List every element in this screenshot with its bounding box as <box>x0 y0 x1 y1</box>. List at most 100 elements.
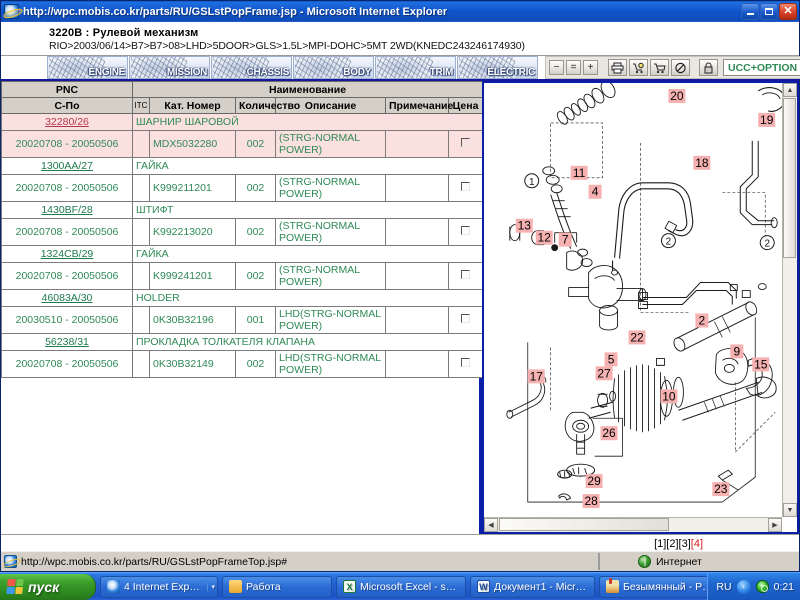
diagram-callout[interactable]: 28 <box>583 494 600 508</box>
diagram-callout[interactable]: 17 <box>528 369 545 383</box>
pnc-link[interactable]: 1324CB/29 <box>5 248 129 260</box>
category-label: CHASSIS <box>247 67 289 78</box>
pnc-cell: 46083A/30 <box>2 290 133 307</box>
page-link[interactable]: [3] <box>679 538 691 550</box>
category-label: TRIM <box>430 67 453 78</box>
taskbar-item[interactable]: Безымянный - Paint <box>599 576 707 598</box>
diagram-callout[interactable]: 15 <box>752 357 769 371</box>
diagram-callout[interactable]: 4 <box>589 185 602 199</box>
diagram-balloon[interactable]: 2 <box>661 234 675 248</box>
callout-label: 13 <box>518 219 532 233</box>
pnc-link[interactable]: 1430BF/28 <box>5 204 129 216</box>
language-indicator[interactable]: RU <box>716 581 731 593</box>
order-checkbox[interactable] <box>461 270 470 279</box>
taskbar-item-label: Работа <box>246 581 281 593</box>
category-button-body[interactable]: BODY <box>293 56 374 79</box>
cart-add-icon[interactable] <box>629 59 648 76</box>
order-checkbox[interactable] <box>461 226 470 235</box>
period-cell: 20020708 - 20050506 <box>2 219 133 246</box>
excel-icon <box>343 580 356 593</box>
taskbar-item[interactable]: Работа <box>222 576 332 598</box>
globe-icon <box>638 555 651 568</box>
taskbar-item[interactable]: 4 Internet Explorer▾ <box>100 576 218 598</box>
category-button-trim[interactable]: TRIM <box>375 56 456 79</box>
diagram-horizontal-scrollbar[interactable]: ◀ ▶ <box>484 517 782 532</box>
page-link[interactable]: [1] <box>654 538 666 550</box>
pnc-link[interactable]: 46083A/30 <box>5 292 129 304</box>
diagram-callout[interactable]: 22 <box>629 330 646 344</box>
close-button[interactable]: ✕ <box>779 3 797 20</box>
cat-number-cell: K999241201 <box>150 263 236 290</box>
diagram-callout[interactable]: 20 <box>668 89 685 103</box>
callout-label: 5 <box>608 352 615 366</box>
pnc-cell: 1300AA/27 <box>2 158 133 175</box>
scroll-right-button[interactable]: ▶ <box>768 518 782 532</box>
page-header: 3220B : Рулевой механизм RIO>2003/06/14>… <box>1 22 799 56</box>
chevron-down-icon[interactable]: ▾ <box>207 583 215 591</box>
taskbar-item[interactable]: Microsoft Excel - service <box>336 576 466 598</box>
vertical-scroll-thumb[interactable] <box>783 98 796 258</box>
diagram-balloon[interactable]: 1 <box>525 174 539 188</box>
diagram-callout[interactable]: 18 <box>693 156 710 170</box>
parts-table: PNC Наименование С-По ITC Кат. Номер Кол… <box>1 81 483 378</box>
page-link[interactable]: [4] <box>691 538 703 550</box>
zoom-reset-button[interactable]: = <box>566 60 581 75</box>
price-cell <box>449 131 483 158</box>
maximize-button[interactable] <box>760 3 778 20</box>
diagram-callout[interactable]: 29 <box>586 474 603 488</box>
scroll-up-button[interactable]: ▲ <box>783 83 797 97</box>
zoom-out-button[interactable]: − <box>549 60 564 75</box>
category-button-chassis[interactable]: CHASSIS <box>211 56 292 79</box>
diagram-balloon[interactable]: 2 <box>760 236 774 250</box>
network-icon[interactable] <box>756 580 769 593</box>
trim-thumb-icon <box>377 57 433 78</box>
order-checkbox[interactable] <box>461 138 470 147</box>
print-icon[interactable] <box>608 59 627 76</box>
lock-icon[interactable] <box>699 59 718 76</box>
pnc-link[interactable]: 1300AA/27 <box>5 160 129 172</box>
category-button-mission[interactable]: MISSION <box>129 56 210 79</box>
status-url-area: http://wpc.mobis.co.kr/parts/RU/GSLstPop… <box>1 553 599 570</box>
page-link[interactable]: [2] <box>666 538 678 550</box>
taskbar-item[interactable]: Документ1 - Microso... <box>470 576 595 598</box>
diagram-callout[interactable]: 2 <box>695 313 708 327</box>
order-checkbox[interactable] <box>461 358 470 367</box>
start-button[interactable]: пуск <box>0 574 96 600</box>
zoom-in-button[interactable]: + <box>583 60 598 75</box>
pnc-cell: 32280/26 <box>2 114 133 131</box>
callout-label: 29 <box>587 474 601 488</box>
diagram-callout[interactable]: 12 <box>536 231 553 245</box>
cancel-icon[interactable] <box>671 59 690 76</box>
order-checkbox[interactable] <box>461 314 470 323</box>
scroll-left-button[interactable]: ◀ <box>484 518 498 532</box>
diagram-vertical-scrollbar[interactable]: ▲ ▼ <box>782 83 797 517</box>
option-select[interactable]: UCC+OPTION ▼ <box>723 59 800 76</box>
diagram-callout[interactable]: 5 <box>605 352 618 366</box>
diagram-callout[interactable]: 26 <box>601 426 618 440</box>
category-button-electric[interactable]: ELECTRIC <box>457 56 538 79</box>
diagram-callout[interactable]: 11 <box>571 166 588 180</box>
diagram-callout[interactable]: 19 <box>758 113 775 127</box>
order-checkbox[interactable] <box>461 182 470 191</box>
clock[interactable]: 0:21 <box>774 581 794 593</box>
diagram-callout[interactable]: 27 <box>596 366 613 380</box>
diagram-viewport[interactable]: 122 20191118413127217225271091526292823 … <box>482 81 799 534</box>
tray-expand-icon[interactable]: ‹ <box>737 580 751 594</box>
taskbar-item-label: Документ1 - Microso... <box>494 581 588 593</box>
category-label: ELECTRIC <box>487 67 535 78</box>
price-cell <box>449 263 483 290</box>
scroll-down-button[interactable]: ▼ <box>783 503 797 517</box>
pnc-link[interactable]: 32280/26 <box>5 116 129 128</box>
pnc-link[interactable]: 56238/31 <box>5 336 129 348</box>
diagram-callout[interactable]: 10 <box>660 389 677 403</box>
minimize-button[interactable] <box>741 3 759 20</box>
diagram-callout[interactable]: 13 <box>516 219 533 233</box>
cart-icon[interactable] <box>650 59 669 76</box>
part-name-cell: ГАЙКА <box>133 158 483 175</box>
category-button-engine[interactable]: ENGINE <box>47 56 128 79</box>
diagram-callout[interactable]: 7 <box>559 233 572 247</box>
quantity-cell: 001 <box>236 307 276 334</box>
horizontal-scroll-thumb[interactable] <box>499 518 669 531</box>
diagram-callout[interactable]: 23 <box>712 482 729 496</box>
diagram-callout[interactable]: 9 <box>730 344 743 358</box>
